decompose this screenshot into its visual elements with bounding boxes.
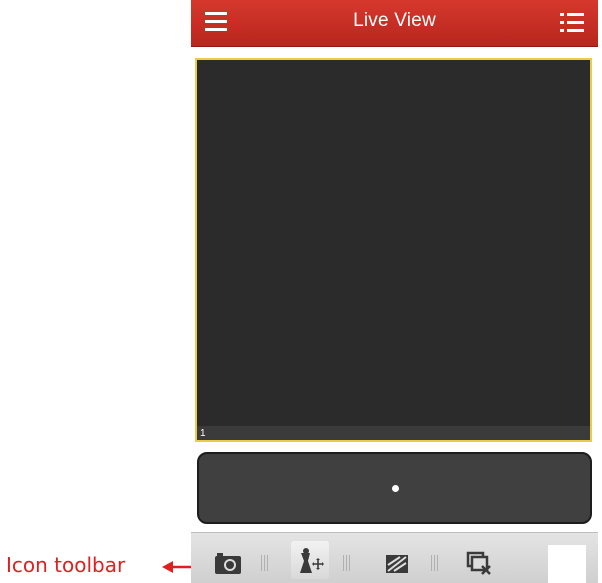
camera-icon [215,553,241,574]
toolbar-overflow-slot [548,545,586,583]
device-list-icon[interactable] [560,12,584,34]
phone-screen: Live View 1 [191,0,598,583]
image-quality-button[interactable] [379,541,417,579]
icon-toolbar [191,532,598,583]
window-label-bar: 1 [197,426,590,440]
close-window-icon [466,551,491,575]
toolbar-separator [431,555,441,571]
page-title: Live View [353,10,436,31]
app-header: Live View [191,0,598,47]
window-number: 1 [200,428,206,439]
capture-button[interactable] [209,541,247,579]
toolbar-separator [261,555,271,571]
image-quality-icon [386,555,408,573]
ptz-control-icon [300,548,324,573]
live-view-window[interactable]: 1 [195,58,592,442]
page-panel[interactable] [197,452,592,524]
annotation-label: Icon toolbar [6,553,126,577]
ptz-button[interactable] [291,541,329,579]
stop-live-view-button[interactable] [461,541,499,579]
screenshot-stage: Icon toolbar Live View 1 [0,0,602,583]
toolbar-separator [343,555,353,571]
page-indicator-dot [391,485,399,492]
